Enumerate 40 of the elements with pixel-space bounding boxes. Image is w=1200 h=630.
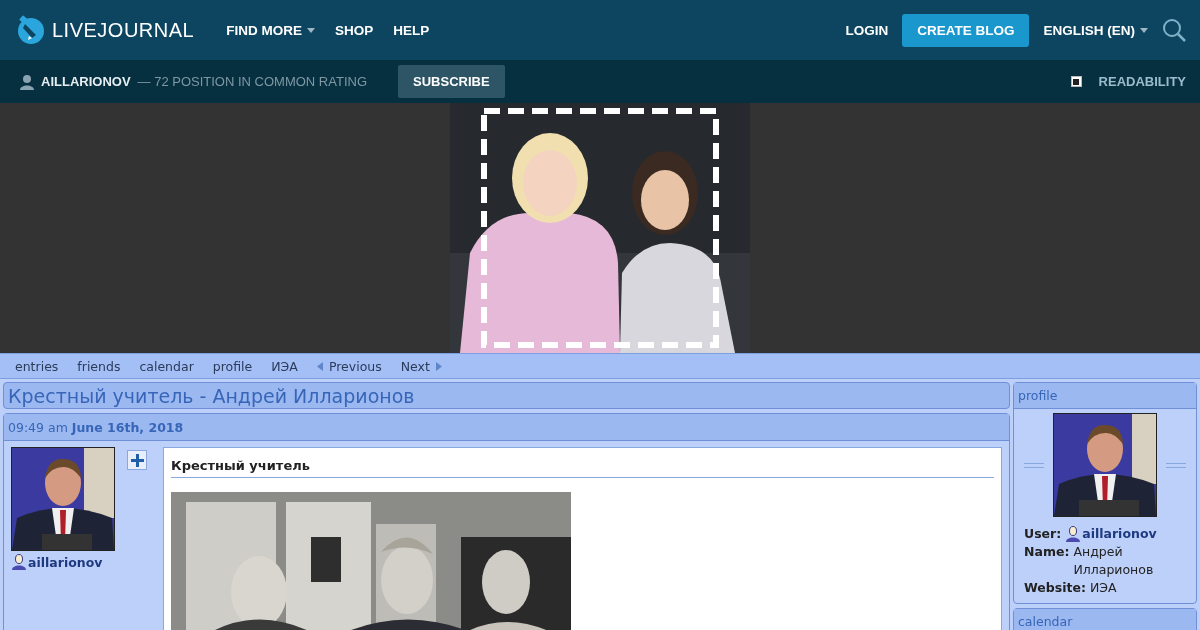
field-label: Name: bbox=[1024, 543, 1070, 561]
user-icon bbox=[1065, 526, 1082, 542]
post-subject: Крестный учитель bbox=[171, 456, 994, 478]
nav-link[interactable]: entries bbox=[15, 358, 59, 374]
username-link[interactable]: aillarionov bbox=[1065, 525, 1157, 543]
arrow-left-icon bbox=[316, 361, 323, 371]
field-label: User: bbox=[1024, 525, 1062, 543]
field-value: Андрей Илларионов bbox=[1073, 543, 1155, 579]
nav-link[interactable]: HELP bbox=[393, 22, 430, 38]
readability-label[interactable]: READABILITY bbox=[1098, 74, 1186, 89]
next-link[interactable]: Next bbox=[400, 358, 442, 374]
entry-datetime: 09:49 am June 16th, 2018 bbox=[8, 419, 184, 435]
add-button[interactable] bbox=[127, 450, 147, 470]
panel-heading: calendar bbox=[1018, 614, 1073, 629]
page-title: Крестный учитель - Андрей Илларионов bbox=[8, 384, 415, 407]
nav-link[interactable]: friends bbox=[77, 358, 121, 374]
nav-link[interactable]: SHOP bbox=[334, 22, 374, 38]
pen-logo-icon[interactable] bbox=[16, 15, 46, 45]
language-menu[interactable]: ENGLISH (EN) bbox=[1043, 22, 1148, 38]
subscribe-button[interactable]: SUBSCRIBE bbox=[398, 65, 505, 98]
journal-username[interactable]: AILLARIONOV bbox=[41, 74, 131, 89]
rating-text: — 72 POSITION IN COMMON RATING bbox=[137, 74, 367, 89]
nav-link[interactable]: calendar bbox=[139, 358, 194, 374]
login-link[interactable]: LOGIN bbox=[845, 22, 889, 38]
arrow-right-icon bbox=[435, 361, 442, 371]
previous-link[interactable]: Previous bbox=[316, 358, 382, 374]
readability-checkbox[interactable] bbox=[1070, 76, 1082, 87]
user-icon bbox=[11, 554, 27, 570]
field-label: Website: bbox=[1024, 579, 1086, 597]
nav-link[interactable]: FIND MORE bbox=[226, 22, 315, 38]
nav-link[interactable]: profile bbox=[212, 358, 253, 374]
field-value: ИЭА bbox=[1089, 579, 1117, 597]
user-icon bbox=[20, 73, 34, 90]
search-icon[interactable] bbox=[1162, 18, 1186, 42]
logo-text[interactable]: LIVEJOURNAL bbox=[52, 18, 195, 42]
caret-icon bbox=[1140, 27, 1148, 33]
caret-icon bbox=[306, 27, 315, 33]
nav-link[interactable]: ИЭА bbox=[271, 358, 298, 374]
username-link[interactable]: aillarionov bbox=[11, 554, 125, 570]
panel-heading: profile bbox=[1018, 388, 1058, 403]
